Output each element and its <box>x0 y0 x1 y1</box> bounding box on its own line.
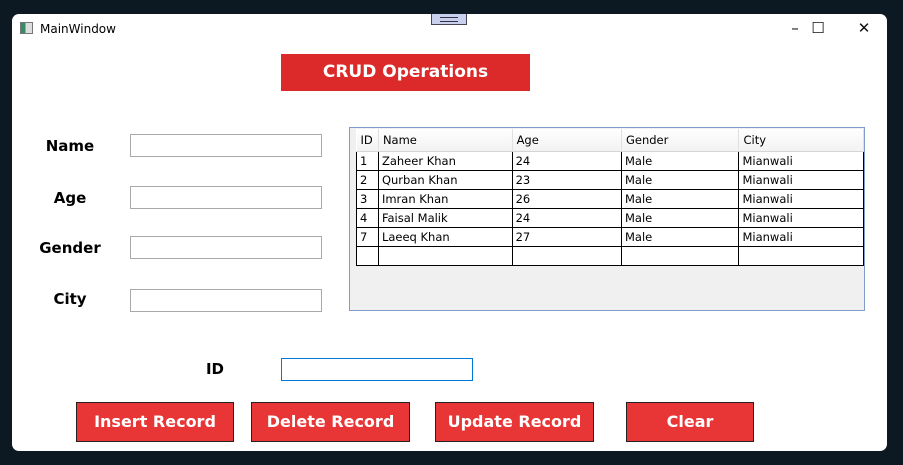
cell-id[interactable]: 2 <box>356 169 379 190</box>
maximize-button[interactable]: ☐ <box>795 18 841 38</box>
gender-input[interactable] <box>130 236 322 259</box>
update-record-button[interactable]: Update Record <box>435 402 594 442</box>
window-title: MainWindow <box>40 22 116 36</box>
page-title: CRUD Operations <box>281 54 530 91</box>
table-row[interactable]: 7 Laeeq Khan 27 Male Mianwali <box>356 226 864 247</box>
cell-gender[interactable]: Male <box>620 169 740 190</box>
drag-handle[interactable] <box>431 14 467 25</box>
table-row[interactable]: 3 Imran Khan 26 Male Mianwali <box>356 188 864 209</box>
cell-name[interactable]: Laeeq Khan <box>377 226 513 247</box>
clear-button[interactable]: Clear <box>626 402 754 442</box>
new-cell-name[interactable] <box>377 245 513 266</box>
city-label: City <box>53 290 87 308</box>
records-datagrid[interactable]: ID Name Age Gender City 1 Zaheer Khan 24 Ma… <box>349 127 865 311</box>
close-button[interactable]: ✕ <box>841 18 887 38</box>
name-input[interactable] <box>130 134 322 157</box>
new-cell-city[interactable] <box>738 245 864 266</box>
new-cell-age[interactable] <box>511 245 622 266</box>
new-row[interactable] <box>356 245 864 266</box>
cell-name[interactable]: Imran Khan <box>377 188 513 209</box>
column-header-name[interactable]: Name <box>378 129 513 152</box>
column-header-city[interactable]: City <box>738 129 864 152</box>
cell-city[interactable]: Mianwali <box>738 226 864 247</box>
cell-id[interactable]: 3 <box>356 188 379 209</box>
cell-city[interactable]: Mianwali <box>738 169 864 190</box>
cell-age[interactable]: 27 <box>511 226 622 247</box>
cell-city[interactable]: Mianwali <box>738 188 864 209</box>
main-window: MainWindow – ☐ ✕ CRUD Operations Name Ag… <box>12 14 887 451</box>
records-table: ID Name Age Gender City 1 Zaheer Khan 24 Ma… <box>356 129 864 266</box>
cell-gender[interactable]: Male <box>620 226 740 247</box>
cell-name[interactable]: Zaheer Khan <box>377 150 513 171</box>
table-row[interactable]: 1 Zaheer Khan 24 Male Mianwali <box>356 150 864 171</box>
table-row[interactable]: 4 Faisal Malik 24 Male Mianwali <box>356 207 864 228</box>
column-header-gender[interactable]: Gender <box>621 129 740 152</box>
app-icon <box>20 22 33 34</box>
cell-id[interactable]: 1 <box>356 150 379 171</box>
cell-age[interactable]: 26 <box>511 188 622 209</box>
cell-gender[interactable]: Male <box>620 188 740 209</box>
age-input[interactable] <box>130 186 322 209</box>
cell-gender[interactable]: Male <box>620 207 740 228</box>
gender-label: Gender <box>39 239 101 257</box>
id-input[interactable] <box>281 358 473 381</box>
age-label: Age <box>53 189 87 207</box>
cell-age[interactable]: 24 <box>511 150 622 171</box>
cell-id[interactable]: 4 <box>356 207 379 228</box>
new-cell-id[interactable] <box>356 245 379 266</box>
delete-record-button[interactable]: Delete Record <box>251 402 410 442</box>
id-label: ID <box>205 360 225 378</box>
name-label: Name <box>45 137 95 155</box>
insert-record-button[interactable]: Insert Record <box>76 402 234 442</box>
cell-age[interactable]: 24 <box>511 207 622 228</box>
cell-name[interactable]: Qurban Khan <box>377 169 513 190</box>
table-row[interactable]: 2 Qurban Khan 23 Male Mianwali <box>356 169 864 190</box>
cell-city[interactable]: Mianwali <box>738 207 864 228</box>
cell-id[interactable]: 7 <box>356 226 379 247</box>
city-input[interactable] <box>130 289 322 312</box>
cell-city[interactable]: Mianwali <box>738 150 864 171</box>
column-header-id[interactable]: ID <box>356 129 379 152</box>
cell-age[interactable]: 23 <box>511 169 622 190</box>
cell-gender[interactable]: Male <box>620 150 740 171</box>
column-header-age[interactable]: Age <box>512 129 622 152</box>
cell-name[interactable]: Faisal Malik <box>377 207 513 228</box>
new-cell-gender[interactable] <box>620 245 740 266</box>
